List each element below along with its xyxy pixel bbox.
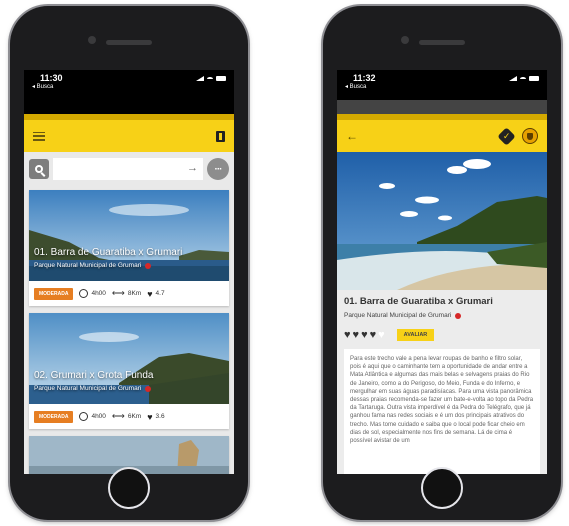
route-hero-photo <box>337 152 547 290</box>
rating-value: 3.6 <box>155 413 165 420</box>
top-band <box>337 100 547 114</box>
rate-button[interactable]: AVALIAR <box>396 329 435 341</box>
map-icon[interactable] <box>216 130 225 142</box>
app-bar <box>24 120 234 152</box>
status-icons <box>509 76 539 81</box>
search-input[interactable] <box>53 158 203 180</box>
park-dot-icon <box>145 385 152 392</box>
route-photo: 02. Grumari x Grota Funda Parque Natural… <box>29 313 229 404</box>
duration-value: 4h00 <box>91 413 106 420</box>
distance: ⟷ 8Km <box>112 288 141 299</box>
front-camera <box>401 36 409 44</box>
signal-icon <box>509 76 517 81</box>
speaker-grille <box>106 40 152 45</box>
speaker-grille <box>419 40 465 45</box>
status-back-link[interactable]: ◂ Busca <box>345 83 539 90</box>
search-icon <box>35 165 43 173</box>
search-field: → <box>53 158 203 180</box>
rating-value: 4.7 <box>155 290 165 297</box>
route-park: Parque Natural Municipal de Grumari <box>34 385 152 392</box>
route-detail-panel: 01. Barra de Guaratiba x Grumari Parque … <box>337 290 547 474</box>
route-park: Parque Natural Municipal de Grumari <box>34 262 152 269</box>
rating: ♥ 3.6 <box>147 412 164 422</box>
distance-arrow-icon: ⟷ <box>111 411 125 421</box>
distance: ⟷ 6Km <box>112 411 141 422</box>
wifi-icon <box>207 76 213 81</box>
route-card[interactable]: 02. Grumari x Grota Funda Parque Natural… <box>29 313 229 429</box>
search-row: → ··· <box>24 152 234 186</box>
route-title: 02. Grumari x Grota Funda <box>34 370 154 381</box>
route-meta: MODERADA 4h00 ⟷ 8Km ♥ 4.7 <box>29 281 229 306</box>
route-title: 01. Barra de Guaratiba x Grumari <box>34 247 183 258</box>
detail-park: Parque Natural Municipal de Grumari <box>344 312 540 319</box>
park-name: Parque Natural Municipal de Grumari <box>344 312 452 319</box>
battery-icon <box>529 76 539 81</box>
wifi-icon <box>520 76 526 81</box>
app-bar-actions: ✓ <box>497 126 538 146</box>
front-camera <box>88 36 96 44</box>
duration-value: 4h00 <box>91 290 106 297</box>
route-photo: 01. Barra de Guaratiba x Grumari Parque … <box>29 190 229 281</box>
route-description: Para este trecho vale a pena levar roupa… <box>344 349 540 474</box>
heart-icon[interactable]: ♥ <box>344 329 351 341</box>
home-button[interactable] <box>421 467 463 509</box>
signal-icon <box>196 76 204 81</box>
phone-frame-right: 11:32 ◂ Busca ← ✓ 01. Barra de Guaratiba… <box>323 6 561 520</box>
clock-icon <box>79 289 89 298</box>
status-bar: 11:30 ◂ Busca <box>24 70 234 100</box>
search-button[interactable] <box>29 159 49 179</box>
top-band <box>24 100 234 114</box>
park-dot-icon <box>455 312 462 319</box>
route-card[interactable]: 01. Barra de Guaratiba x Grumari Parque … <box>29 190 229 306</box>
distance-value: 6Km <box>127 413 142 420</box>
heart-icon: ♥ <box>147 288 153 299</box>
park-name: Parque Natural Municipal de Grumari <box>34 262 142 269</box>
menu-icon[interactable] <box>33 131 45 141</box>
difficulty-badge: MODERADA <box>34 410 74 423</box>
route-meta: MODERADA 4h00 ⟷ 6Km ♥ 3.6 <box>29 404 229 429</box>
park-name: Parque Natural Municipal de Grumari <box>34 385 142 392</box>
screen-route-detail: 11:32 ◂ Busca ← ✓ 01. Barra de Guaratiba… <box>337 70 547 474</box>
heart-icon: ♥ <box>147 411 153 422</box>
heart-icon[interactable]: ♥ <box>361 329 368 341</box>
heart-empty-icon[interactable]: ♥ <box>378 329 385 341</box>
clock-icon <box>79 412 89 421</box>
duration: 4h00 <box>79 289 106 298</box>
screen-route-list: 11:30 ◂ Busca → ··· 01. Barra de Guarati… <box>24 70 234 474</box>
phone-frame-left: 11:30 ◂ Busca → ··· 01. Barra de Guarati… <box>10 6 248 520</box>
detail-title: 01. Barra de Guaratiba x Grumari <box>344 296 493 307</box>
difficulty-badge: MODERADA <box>34 287 74 300</box>
rating: ♥ 4.7 <box>147 289 164 299</box>
badge-icon[interactable] <box>522 128 538 144</box>
status-icons <box>196 76 226 81</box>
distance-arrow-icon: ⟷ <box>111 288 125 298</box>
distance-value: 8Km <box>127 290 142 297</box>
app-bar: ← ✓ <box>337 120 547 152</box>
status-back-link[interactable]: ◂ Busca <box>32 83 226 90</box>
rating-hearts: ♥ ♥ ♥ ♥ ♥ AVALIAR <box>344 329 540 341</box>
home-button[interactable] <box>108 467 150 509</box>
arrow-right-icon[interactable]: → <box>187 162 198 174</box>
heart-icon[interactable]: ♥ <box>370 329 377 341</box>
park-dot-icon <box>145 262 152 269</box>
route-list: 01. Barra de Guaratiba x Grumari Parque … <box>24 186 234 474</box>
status-bar: 11:32 ◂ Busca <box>337 70 547 100</box>
checkmark-icon[interactable]: ✓ <box>497 126 516 146</box>
heart-icon[interactable]: ♥ <box>353 329 360 341</box>
duration: 4h00 <box>79 412 106 421</box>
more-options-button[interactable]: ··· <box>207 158 229 180</box>
battery-icon <box>216 76 226 81</box>
back-arrow-icon[interactable]: ← <box>346 129 358 143</box>
